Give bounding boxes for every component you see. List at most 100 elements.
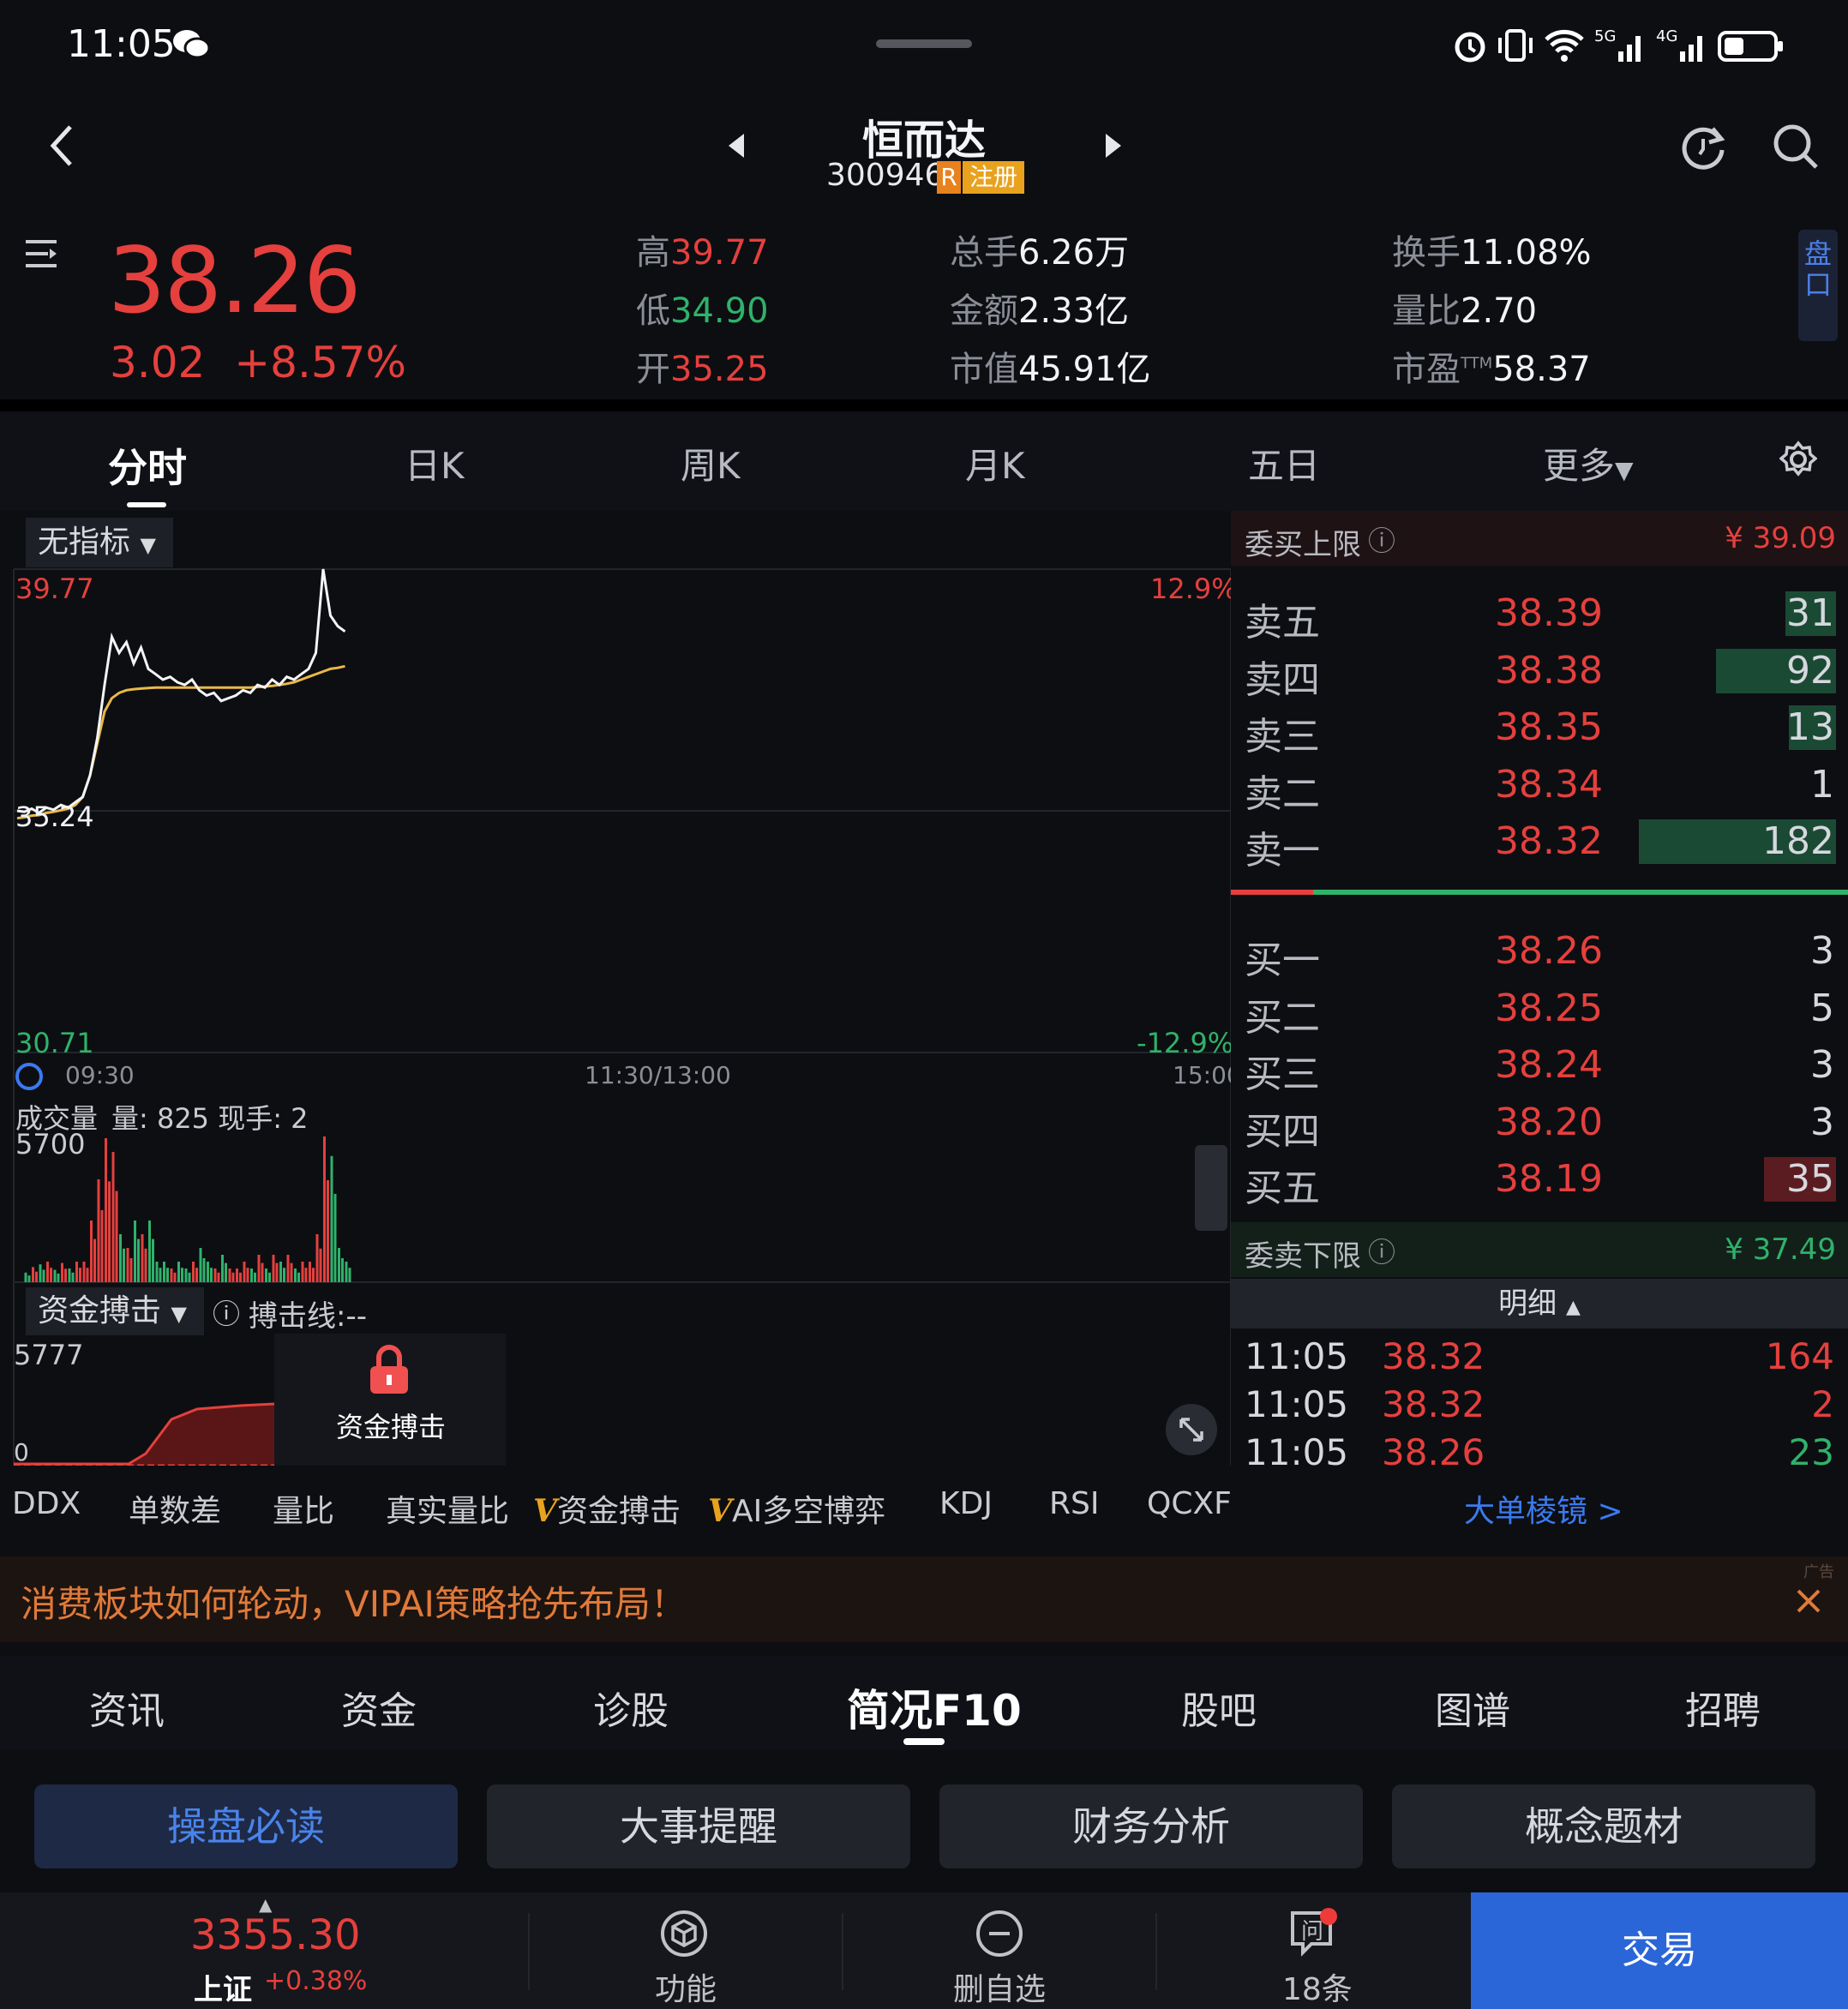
vibrate-icon bbox=[1497, 27, 1534, 63]
ad-banner[interactable]: 消费板块如何轮动，VIPAI策略抢先布局！ 广告 bbox=[0, 1556, 1848, 1642]
sell-level-2[interactable]: 卖四 38.38 92 bbox=[1231, 642, 1848, 702]
indicator-fund-fight[interactable]: V资金搏击 bbox=[533, 1486, 681, 1531]
tab-intraday[interactable]: 分时 bbox=[108, 437, 187, 494]
menu-icon[interactable] bbox=[24, 237, 58, 271]
trade-detail-row: 11:05 38.32 164 bbox=[1231, 1335, 1848, 1383]
volume-bar bbox=[97, 1179, 100, 1282]
indicator-rsi[interactable]: RSI bbox=[1049, 1486, 1099, 1521]
drag-handle[interactable] bbox=[876, 39, 972, 48]
sell-level-3[interactable]: 卖三 38.35 13 bbox=[1231, 699, 1848, 759]
tab-f10[interactable]: 简况F10 bbox=[847, 1676, 1022, 1738]
volume-bar bbox=[115, 1190, 118, 1282]
settings-gear-icon[interactable] bbox=[1779, 441, 1818, 478]
pct-axis-top: 12.9% bbox=[1150, 573, 1238, 605]
ad-text: 消费板块如何轮动，VIPAI策略抢先布局！ bbox=[21, 1583, 687, 1625]
quick-trading-guide[interactable]: 操盘必读 bbox=[34, 1784, 458, 1868]
close-icon[interactable] bbox=[1793, 1586, 1824, 1616]
indicator-danshucha[interactable]: 单数差 bbox=[129, 1486, 221, 1531]
sell-level-price: 38.32 bbox=[1495, 819, 1603, 863]
nav-functions[interactable]: 功能 bbox=[530, 1892, 842, 2009]
buy-level-2[interactable]: 买二 38.25 5 bbox=[1231, 980, 1848, 1040]
wifi-icon bbox=[1543, 27, 1586, 63]
sell-level-4[interactable]: 卖二 38.34 1 bbox=[1231, 756, 1848, 816]
volume-bar bbox=[330, 1155, 333, 1282]
index-ticker[interactable]: ▲ 3355.30 上证 +0.38% bbox=[0, 1892, 528, 2009]
tab-graph[interactable]: 图谱 bbox=[1435, 1680, 1510, 1735]
sell-level-price: 38.35 bbox=[1495, 705, 1603, 749]
volume-bar bbox=[312, 1268, 315, 1282]
search-icon[interactable] bbox=[1771, 122, 1821, 171]
next-stock-icon[interactable] bbox=[1102, 132, 1125, 159]
volume-bar bbox=[24, 1272, 27, 1282]
volume-bar bbox=[50, 1268, 52, 1282]
fund-select[interactable]: 资金搏击 ▼ bbox=[26, 1287, 204, 1335]
bid-ask-ratio-green bbox=[1313, 890, 1848, 895]
tab-diagnose[interactable]: 诊股 bbox=[593, 1680, 669, 1735]
volume-bar bbox=[250, 1268, 253, 1282]
buy-level-4[interactable]: 买四 38.20 3 bbox=[1231, 1094, 1848, 1154]
volume-bar bbox=[46, 1262, 49, 1282]
indicator-real-volratio[interactable]: 真实量比 bbox=[386, 1486, 509, 1531]
volume-bar bbox=[137, 1238, 140, 1282]
volume-bar bbox=[257, 1255, 261, 1282]
indicator-qcxf[interactable]: QCXF bbox=[1147, 1486, 1232, 1521]
tab-daily-k[interactable]: 日K bbox=[405, 437, 465, 489]
buy-level-5[interactable]: 买五 38.19 35 bbox=[1231, 1150, 1848, 1210]
price-axis-mid: 35.24 bbox=[15, 801, 94, 833]
volume-bar bbox=[181, 1268, 183, 1282]
quick-concepts[interactable]: 概念题材 bbox=[1392, 1784, 1815, 1868]
question-bubble-icon: 问 bbox=[1287, 1908, 1339, 1959]
buy-level-label: 买五 bbox=[1245, 1166, 1320, 1210]
refresh-icon[interactable] bbox=[1678, 122, 1728, 171]
help-icon[interactable]: ⓘ bbox=[1368, 1231, 1395, 1270]
indicator-select[interactable]: 无指标 ▼ bbox=[26, 518, 173, 567]
volume-bar bbox=[129, 1258, 133, 1282]
stat-mcap-value: 45.91亿 bbox=[1018, 350, 1151, 389]
volume-bar bbox=[170, 1268, 173, 1282]
quick-financials[interactable]: 财务分析 bbox=[939, 1784, 1363, 1868]
indicator-ddx[interactable]: DDX bbox=[12, 1486, 81, 1521]
period-tabs: 分时 日K 周K 月K 五日 更多▼ bbox=[0, 411, 1848, 511]
indicator-kdj[interactable]: KDJ bbox=[939, 1486, 993, 1521]
tab-monthly-k[interactable]: 月K bbox=[965, 437, 1025, 489]
volume-bar bbox=[283, 1268, 285, 1282]
tab-more[interactable]: 更多▼ bbox=[1543, 437, 1634, 489]
indicator-volratio[interactable]: 量比 bbox=[273, 1486, 334, 1531]
battery-icon bbox=[1718, 29, 1785, 63]
sell-level-1[interactable]: 卖五 38.39 31 bbox=[1231, 585, 1848, 645]
trade-button[interactable]: 交易 bbox=[1471, 1892, 1848, 2009]
volume-bar bbox=[93, 1238, 96, 1282]
tab-funds[interactable]: 资金 bbox=[341, 1680, 417, 1735]
volume-bar bbox=[134, 1220, 136, 1282]
indicator-ai-game[interactable]: VAI多空博弈 bbox=[708, 1486, 885, 1531]
nav-remove-watchlist[interactable]: 删自选 bbox=[843, 1892, 1155, 2009]
nav-questions[interactable]: 问 18条 bbox=[1157, 1892, 1471, 2009]
tab-news[interactable]: 资讯 bbox=[89, 1680, 165, 1735]
volume-bar bbox=[265, 1268, 267, 1282]
price-change-value: 3.02 bbox=[110, 338, 206, 387]
tab-five-day[interactable]: 五日 bbox=[1248, 437, 1320, 489]
info-icon[interactable]: ⓘ bbox=[213, 1292, 240, 1332]
buy-level-3[interactable]: 买三 38.24 3 bbox=[1231, 1036, 1848, 1096]
side-expand-tab[interactable] bbox=[1195, 1145, 1227, 1231]
volume-bar bbox=[319, 1248, 322, 1282]
quick-events[interactable]: 大事提醒 bbox=[487, 1784, 910, 1868]
volume-bar bbox=[333, 1193, 337, 1282]
fund-line-label: 搏击线:-- bbox=[249, 1299, 367, 1334]
time-mid: 11:30/13:00 bbox=[585, 1061, 731, 1089]
tab-forum[interactable]: 股吧 bbox=[1181, 1680, 1257, 1735]
locked-panel[interactable]: 资金搏击 bbox=[274, 1334, 506, 1466]
sell-level-5[interactable]: 卖一 38.32 182 bbox=[1231, 813, 1848, 873]
volume-bar bbox=[297, 1272, 300, 1282]
tab-jobs[interactable]: 招聘 bbox=[1685, 1680, 1761, 1735]
tab-weekly-k[interactable]: 周K bbox=[681, 437, 741, 489]
buy-level-1[interactable]: 买一 38.26 3 bbox=[1231, 922, 1848, 982]
volume-bar bbox=[290, 1262, 293, 1282]
help-icon[interactable]: ⓘ bbox=[1368, 519, 1395, 559]
big-order-prism-link[interactable]: 大单棱镜 > bbox=[1464, 1486, 1623, 1531]
volume-bar bbox=[217, 1272, 220, 1282]
pankou-toggle[interactable]: 盘口 bbox=[1798, 230, 1838, 341]
volume-bar bbox=[184, 1268, 188, 1282]
detail-toggle[interactable]: 明细 ▲ bbox=[1231, 1279, 1848, 1328]
fullscreen-icon[interactable] bbox=[1166, 1404, 1217, 1455]
